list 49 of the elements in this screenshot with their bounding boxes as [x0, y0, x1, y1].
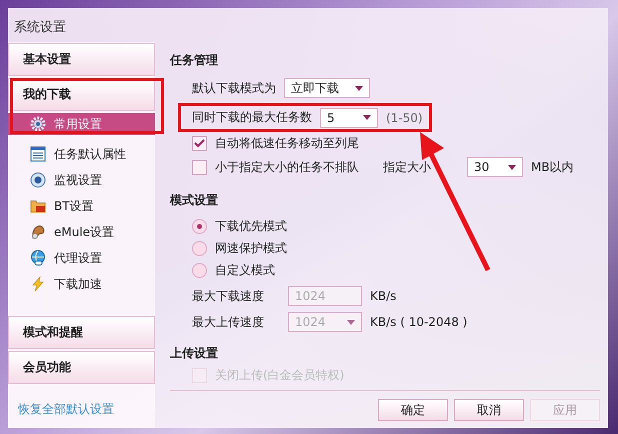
checkbox[interactable] [192, 136, 207, 150]
section-title: 模式设置 [170, 192, 219, 209]
radio-button[interactable] [192, 262, 207, 278]
radio-button[interactable] [192, 240, 207, 256]
field-label: 默认下载模式为 [192, 80, 276, 96]
sidebar-item[interactable]: eMule设置 [8, 221, 155, 243]
sidebar-item[interactable]: 任务默认属性 [8, 143, 155, 165]
checkbox[interactable] [192, 160, 207, 174]
sidebar-section-header[interactable]: 模式和提醒 [8, 316, 155, 349]
section-title: 上传设置 [170, 345, 219, 362]
caret-icon [355, 86, 363, 90]
dialog-button[interactable]: 取消 [454, 399, 524, 421]
lightning-icon [30, 276, 46, 292]
radio-button[interactable] [192, 218, 207, 234]
field-label: 指定大小 [383, 158, 431, 176]
checkbox-label: 自动将低速任务移动至列尾 [215, 134, 359, 152]
max-tasks-dropdown[interactable]: 5 [320, 108, 378, 128]
sidebar-item[interactable]: 监视设置 [8, 169, 155, 191]
list-icon [30, 146, 46, 162]
section-title: 任务管理 [170, 52, 219, 69]
globe-eye-icon [30, 172, 46, 188]
gear-icon [30, 116, 46, 132]
caret-icon [347, 320, 355, 324]
sidebar-item[interactable]: 代理设置 [8, 247, 155, 269]
sidebar-item[interactable]: BT设置 [8, 195, 155, 217]
globe-icon [30, 250, 46, 266]
size-dropdown[interactable]: 30 [467, 157, 523, 177]
checkbox-label: 关闭上传(白金会员特权) [215, 366, 344, 384]
sidebar-item[interactable]: 下载加速 [8, 273, 155, 295]
sidebar-section-header[interactable]: 基本设置 [8, 43, 155, 76]
dialog-button[interactable]: 确定 [378, 399, 448, 421]
unit-label: KB/s ( 10-2048 ) [370, 315, 468, 329]
range-hint: (1-50) [386, 110, 423, 124]
checkmark-icon [194, 138, 205, 148]
checkbox-label: 小于指定大小的任务不排队 [215, 158, 359, 176]
caret-icon [508, 164, 516, 170]
caret-icon [363, 115, 371, 120]
folder-icon [30, 198, 46, 214]
unit-label: MB以内 [531, 158, 574, 176]
field-label: 同时下载的最大任务数 [192, 109, 312, 126]
sidebar-section-header[interactable]: 会员功能 [8, 351, 155, 384]
mode-dropdown[interactable]: 立即下载 [284, 78, 370, 98]
radio-label: 自定义模式 [215, 262, 275, 278]
field-label: 最大下载速度 [192, 288, 265, 304]
window-title: 系统设置 [13, 19, 67, 37]
radio-label: 下载优先模式 [215, 218, 287, 234]
radio-label: 网速保护模式 [215, 240, 287, 256]
unit-label: KB/s [370, 289, 396, 303]
field-label: 最大上传速度 [192, 314, 265, 330]
